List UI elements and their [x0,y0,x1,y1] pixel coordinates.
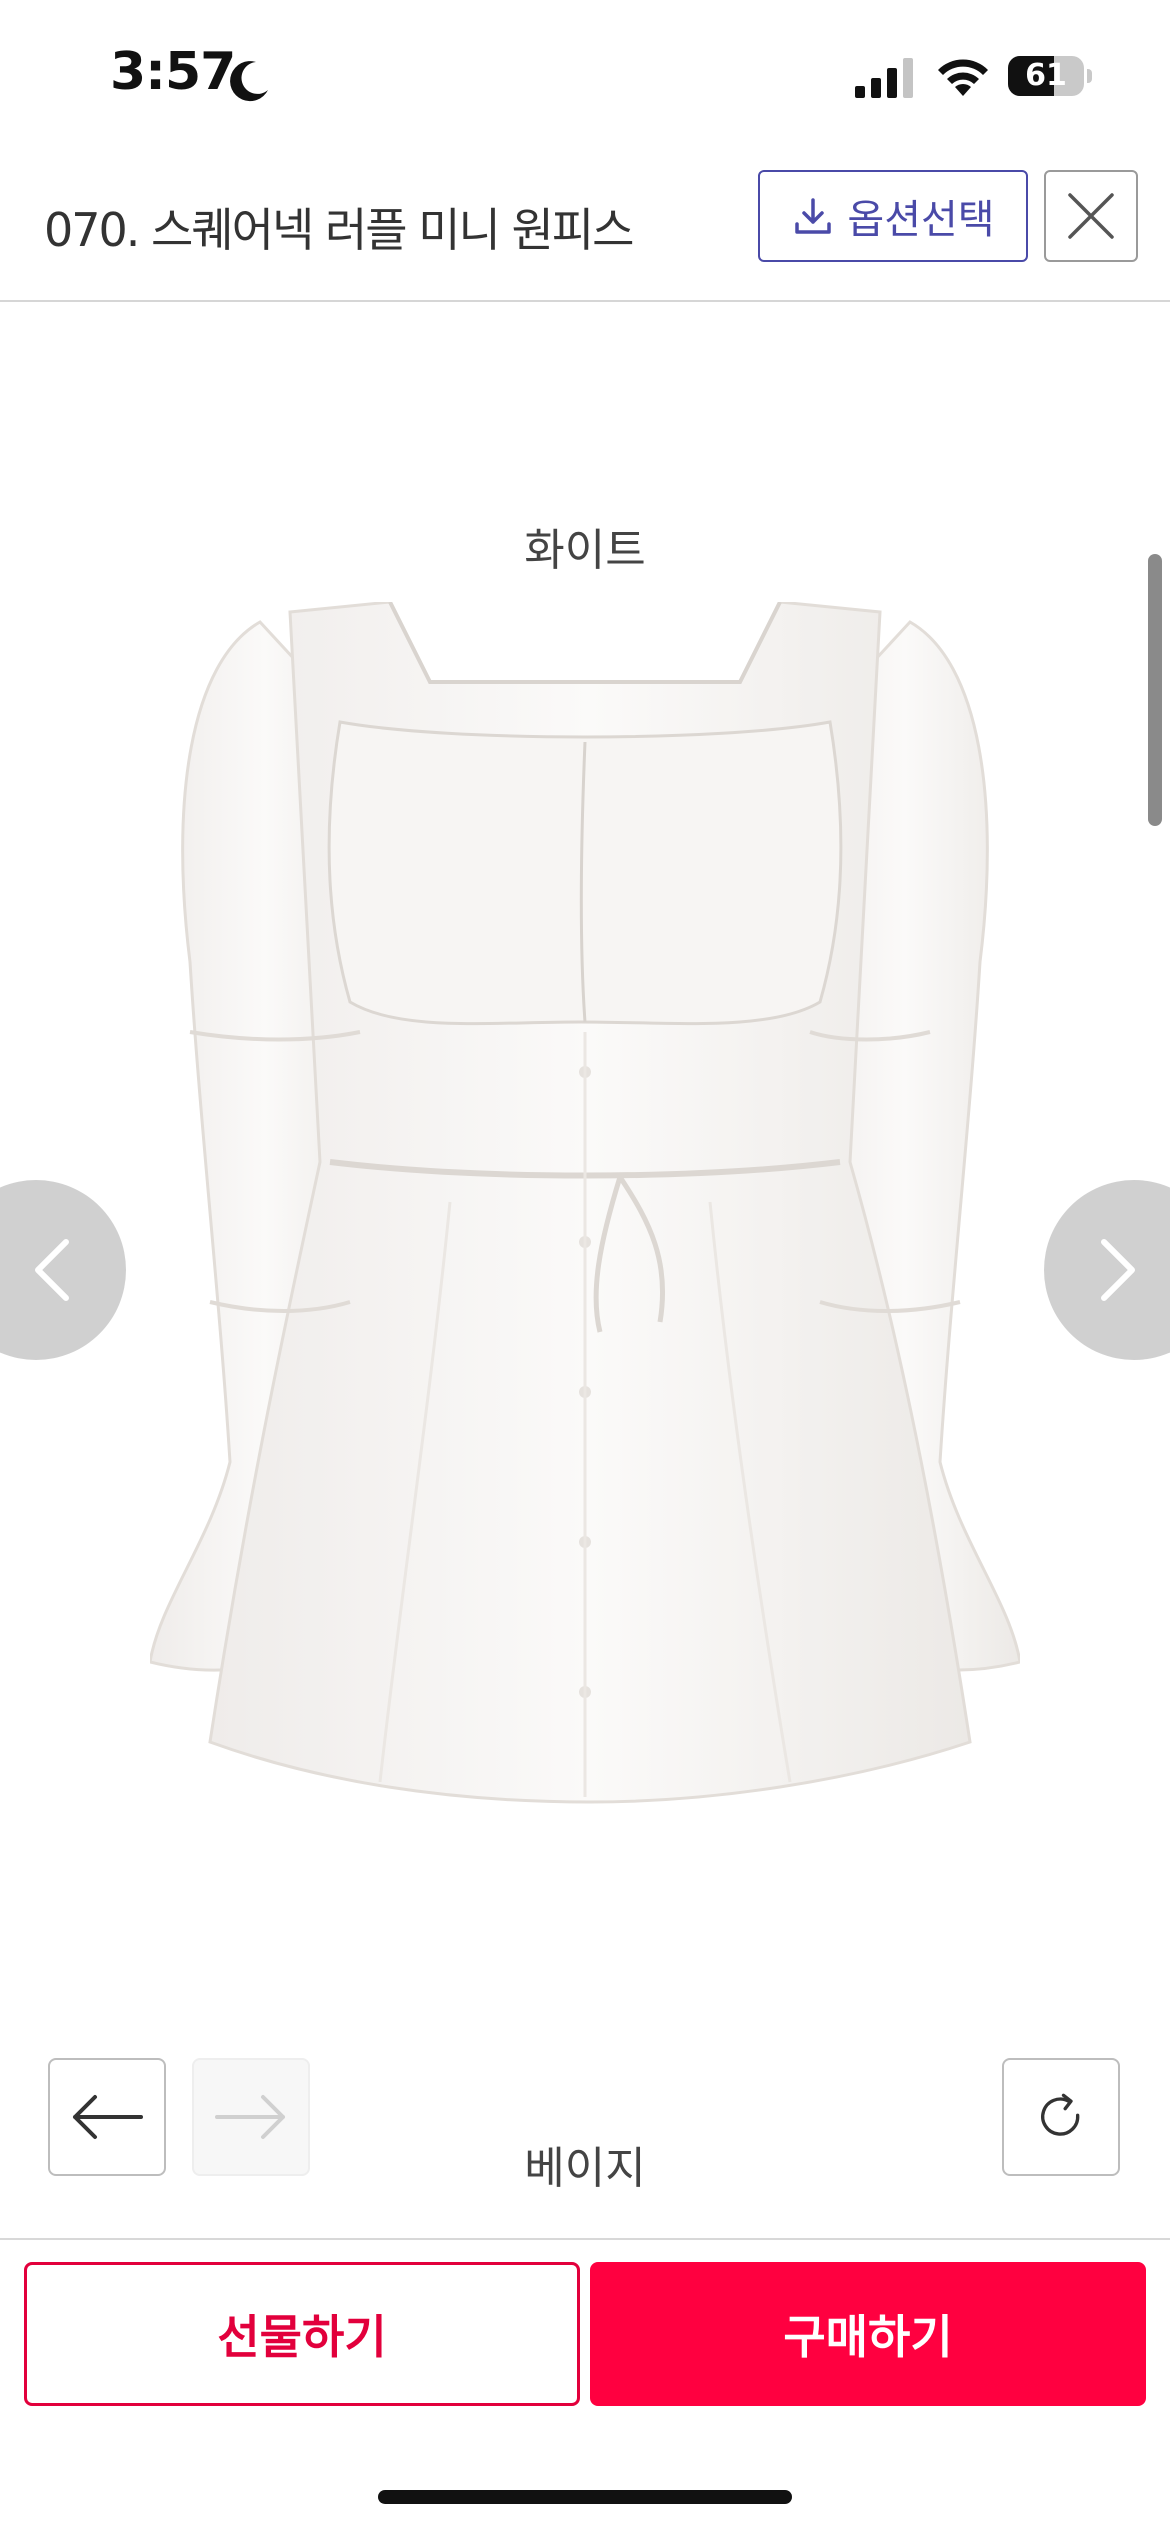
option-select-label: 옵션선택 [847,197,995,243]
status-time: 3:57 [110,42,236,102]
carousel-prev-button[interactable] [0,1180,126,1360]
gift-button[interactable]: 선물하기 [24,2262,580,2406]
close-icon [1068,193,1114,239]
battery-body: 61 [1008,56,1084,96]
wifi-icon [938,59,988,96]
screen: 3:57 61 070. 스퀘어넥 러플 미니 원피스 옵션선택 화이트 베이지… [0,0,1170,2532]
download-icon [795,198,832,234]
battery-icon: 61 [1008,56,1092,98]
signal-icon [855,58,913,98]
scroll-indicator[interactable] [1148,554,1162,826]
product-title: 070. 스퀘어넥 러플 미니 원피스 [44,203,634,257]
home-indicator[interactable] [378,2490,792,2504]
status-bar: 3:57 61 [0,0,1170,150]
chevron-left-icon [35,1239,69,1301]
battery-cap [1087,69,1092,83]
carousel-next-button[interactable] [1044,1180,1170,1360]
header: 070. 스퀘어넥 러플 미니 원피스 옵션선택 [0,150,1170,302]
color-label-beige: 베이지 [524,2143,646,2194]
close-button[interactable] [1044,170,1138,262]
buy-button[interactable]: 구매하기 [590,2262,1146,2406]
moon-icon [230,61,268,102]
dress-image [150,602,1020,1804]
product-detail-content[interactable]: 화이트 베이지 [0,302,1170,2238]
option-select-button[interactable]: 옵션선택 [758,170,1028,262]
chevron-right-icon [1101,1239,1135,1301]
bottom-bar: 선물하기 구매하기 [0,2238,1170,2532]
battery-percent: 61 [1025,58,1067,93]
color-label-white: 화이트 [524,525,646,576]
